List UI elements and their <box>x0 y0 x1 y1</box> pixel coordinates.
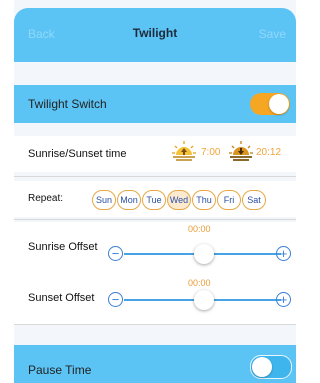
sunrise-offset-value: 00:00 <box>188 224 211 234</box>
toggle-knob <box>269 94 289 114</box>
sunrise-time[interactable]: 7:00 <box>201 147 220 158</box>
pause-time-label: Pause Time <box>28 363 92 377</box>
day-selector: Sun Mon Tue Wed Thu Fri Sat <box>92 190 266 210</box>
sunrise-offset-minus-button[interactable]: − <box>108 246 123 261</box>
sunset-offset-plus-button[interactable]: + <box>276 292 291 307</box>
day-chip-tue[interactable]: Tue <box>142 190 166 210</box>
sunrise-icon <box>172 141 196 161</box>
minus-icon: − <box>111 292 120 307</box>
minus-icon: − <box>111 246 120 261</box>
day-chip-fri[interactable]: Fri <box>217 190 241 210</box>
day-chip-mon[interactable]: Mon <box>117 190 141 210</box>
day-chip-wed[interactable]: Wed <box>167 190 191 210</box>
toggle-knob <box>252 357 272 377</box>
page-title: Twilight <box>132 26 178 40</box>
pause-time-row: Pause Time <box>14 345 296 383</box>
nav-header: Back Twilight Save <box>14 8 296 62</box>
sunset-offset-thumb[interactable] <box>194 290 214 310</box>
sunset-offset-value: 00:00 <box>188 278 211 288</box>
app-screen: Back Twilight Save Twilight Switch Sunri… <box>14 0 296 383</box>
day-chip-sat[interactable]: Sat <box>242 190 266 210</box>
sunset-offset-row: 00:00 Sunset Offset − + <box>14 272 296 324</box>
repeat-row: Repeat: Sun Mon Tue Wed Thu Fri Sat <box>14 181 296 217</box>
sunrise-offset-label: Sunrise Offset <box>28 241 98 253</box>
sunrise-offset-thumb[interactable] <box>194 244 214 264</box>
pause-time-toggle[interactable] <box>250 355 292 379</box>
plus-icon: + <box>279 246 288 261</box>
sunrise-offset-row: 00:00 Sunrise Offset − + <box>14 222 296 272</box>
sunrise-sunset-label: Sunrise/Sunset time <box>28 148 127 160</box>
sunrise-sunset-row: Sunrise/Sunset time 7:00 20:12 <box>14 136 296 172</box>
sunset-time[interactable]: 20:12 <box>256 147 281 158</box>
day-chip-sun[interactable]: Sun <box>92 190 116 210</box>
plus-icon: + <box>279 292 288 307</box>
save-button[interactable]: Save <box>259 27 286 41</box>
day-chip-thu[interactable]: Thu <box>192 190 216 210</box>
divider <box>14 176 296 177</box>
sunset-icon <box>229 141 253 161</box>
sunrise-offset-plus-button[interactable]: + <box>276 246 291 261</box>
twilight-switch-label: Twilight Switch <box>28 97 107 111</box>
sunset-offset-label: Sunset Offset <box>28 292 95 304</box>
divider <box>14 219 296 220</box>
repeat-label: Repeat: <box>28 193 64 204</box>
divider <box>14 324 296 325</box>
twilight-switch-toggle[interactable] <box>250 93 290 115</box>
sunset-offset-minus-button[interactable]: − <box>108 292 123 307</box>
twilight-switch-row: Twilight Switch <box>14 85 296 123</box>
